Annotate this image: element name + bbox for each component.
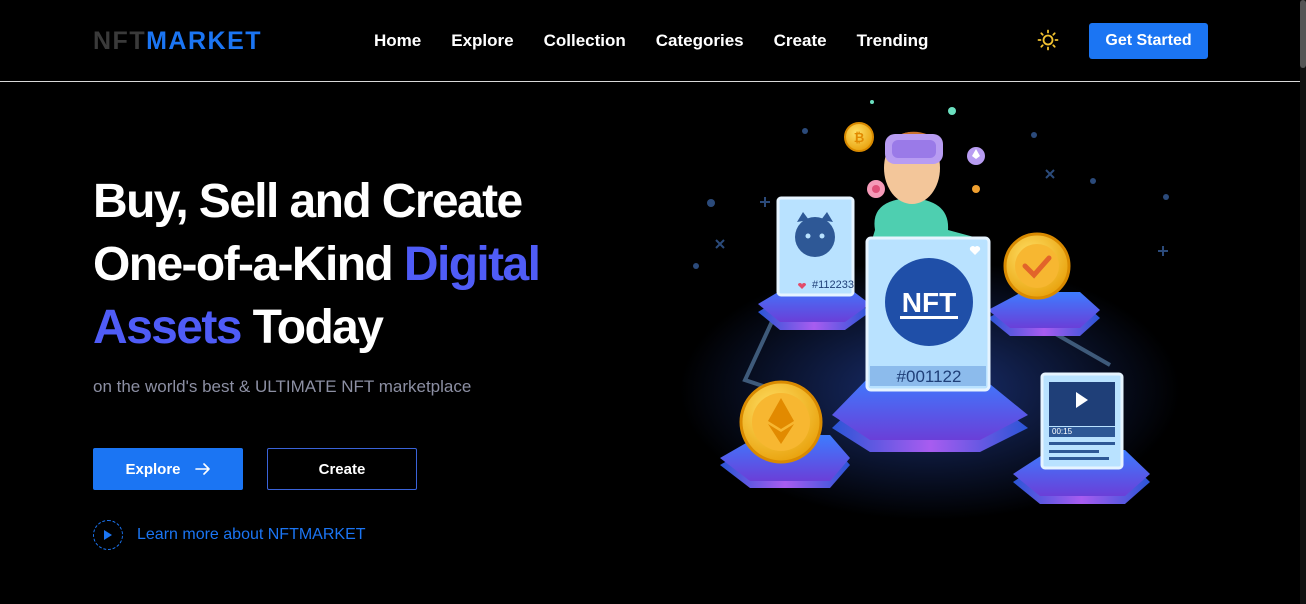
- nav-create[interactable]: Create: [774, 31, 827, 51]
- brand-logo-part2: MARKET: [146, 27, 263, 55]
- nav-trending[interactable]: Trending: [857, 31, 929, 51]
- nav-categories[interactable]: Categories: [656, 31, 744, 51]
- headline-line2a: One-of-a-Kind: [93, 238, 404, 291]
- headline-highlight-digital: Digital: [403, 238, 541, 291]
- get-started-button[interactable]: Get Started: [1089, 23, 1208, 59]
- learn-more-link[interactable]: Learn more about NFTMARKET: [93, 520, 366, 550]
- headline-highlight-assets: Assets: [93, 301, 242, 354]
- nav-home[interactable]: Home: [374, 31, 421, 51]
- explore-button[interactable]: Explore: [93, 448, 243, 490]
- ethereum-coin-icon: [739, 380, 823, 464]
- sun-icon[interactable]: [1037, 29, 1059, 51]
- page-scrollbar[interactable]: [1300, 0, 1306, 604]
- create-button[interactable]: Create: [267, 448, 417, 490]
- main-card-id: #001122: [897, 367, 962, 386]
- top-navbar: NFTMARKET Home Explore Collection Catego…: [0, 0, 1306, 82]
- nft-badge-text: NFT: [902, 287, 956, 318]
- main-nav: Home Explore Collection Categories Creat…: [374, 31, 958, 51]
- explore-button-label: Explore: [125, 460, 181, 478]
- hero-headline: Buy, Sell and Create One-of-a-Kind Digit…: [93, 170, 653, 359]
- check-coin-icon: [1003, 232, 1071, 300]
- svg-text:₿: ₿: [854, 131, 865, 146]
- video-card: [1040, 372, 1124, 470]
- video-time: 00:15: [1052, 427, 1073, 436]
- bitcoin-coin-icon: ₿: [844, 122, 874, 152]
- brand-logo[interactable]: NFTMARKET: [93, 27, 262, 56]
- scrollbar-thumb[interactable]: [1300, 0, 1306, 68]
- arrow-right-icon: [194, 463, 210, 475]
- play-icon: [93, 520, 123, 550]
- hero-illustration: NFT #001122 #112233 00:15 ₿: [680, 100, 1180, 520]
- ethereum-token-icon: [967, 147, 985, 165]
- pink-token-icon: [867, 180, 885, 198]
- headline-line3b: Today: [240, 301, 384, 354]
- brand-logo-part1: NFT: [93, 27, 147, 55]
- nav-explore[interactable]: Explore: [451, 31, 513, 51]
- headline-line1: Buy, Sell and Create: [93, 175, 523, 228]
- nav-collection[interactable]: Collection: [544, 31, 626, 51]
- learn-more-label: Learn more about NFTMARKET: [137, 526, 366, 543]
- small-card-id: #112233: [812, 279, 854, 291]
- hero-subtitle: on the world's best & ULTIMATE NFT marke…: [93, 377, 472, 396]
